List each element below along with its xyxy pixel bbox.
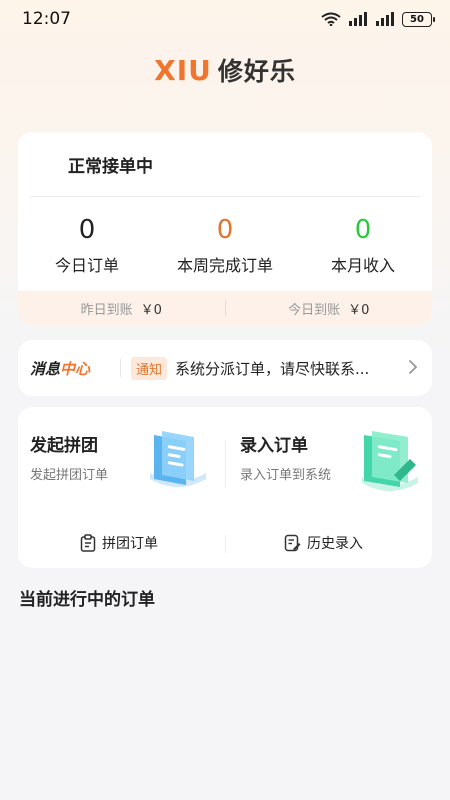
start-group-buy-button[interactable]: 发起拼团 发起拼团订单 — [30, 431, 108, 483]
logo-cn: 修好乐 — [217, 57, 296, 86]
divider — [120, 359, 121, 377]
action-subtitle: 录入订单到系统 — [240, 468, 332, 483]
action-title: 发起拼团 — [30, 436, 98, 456]
battery-icon: 50 — [402, 11, 435, 27]
battery-level: 50 — [410, 13, 424, 25]
app-logo: XIU 修好乐 — [0, 52, 450, 88]
stat-label: 本月收入 — [330, 256, 395, 275]
enter-order-illustration-icon — [362, 431, 418, 491]
message-logo-part1: 消息 — [30, 359, 61, 378]
wifi-icon — [321, 12, 341, 26]
actions-card: 发起拼团 发起拼团订单 录入订单 录入订单到系统 拼团订单 历史录入 — [18, 407, 432, 568]
group-buy-illustration-icon — [150, 431, 206, 487]
history-entries-link[interactable]: 历史录入 — [284, 533, 363, 553]
logo-latin: XIU — [154, 53, 212, 87]
message-center-bar[interactable]: 消息中心 通知 系统分派订单，请尽快联系... — [18, 340, 432, 396]
stat-label: 今日订单 — [54, 256, 119, 275]
settlement-amount: ￥0 — [140, 302, 162, 318]
group-orders-link[interactable]: 拼团订单 — [80, 533, 158, 553]
stat-value: 0 — [78, 215, 96, 245]
status-time: 12:07 — [22, 9, 71, 29]
quick-link-label: 历史录入 — [307, 536, 363, 552]
enter-order-button[interactable]: 录入订单 录入订单到系统 — [240, 431, 331, 483]
message-logo-part2: 中心 — [60, 359, 91, 378]
signal-icon-2 — [376, 12, 394, 26]
divider — [30, 196, 420, 197]
settlement-yesterday: 昨日到账 ￥0 — [18, 299, 225, 318]
settlement-label: 今日到账 — [288, 302, 341, 318]
stat-value: 0 — [216, 215, 234, 245]
message-center-logo: 消息中心 — [30, 358, 98, 379]
notice-tag: 通知 — [131, 356, 168, 380]
signal-icon — [349, 12, 367, 26]
quick-link-label: 拼团订单 — [102, 536, 158, 552]
stat-value: 0 — [354, 215, 372, 245]
divider — [225, 441, 226, 487]
stats-card: 正常接单中 0 今日订单 0 本周完成订单 0 本月收入 昨日到账 ￥0 今日到账… — [18, 132, 432, 325]
action-title: 录入订单 — [240, 436, 308, 456]
action-subtitle: 发起拼团订单 — [30, 468, 109, 483]
settlement-label: 昨日到账 — [80, 302, 133, 318]
stat-today-orders[interactable]: 0 今日订单 — [18, 214, 156, 276]
settlement-amount: ￥0 — [348, 302, 370, 318]
message-text: 系统分派订单，请尽快联系... — [175, 359, 370, 378]
history-edit-icon — [284, 534, 301, 552]
stat-month-income[interactable]: 0 本月收入 — [294, 214, 432, 276]
clipboard-icon — [80, 534, 96, 552]
chevron-right-icon[interactable] — [408, 359, 418, 375]
ongoing-orders-title: 当前进行中的订单 — [19, 590, 155, 610]
status-icons: 50 — [321, 11, 435, 27]
divider — [225, 535, 226, 553]
stat-week-completed[interactable]: 0 本周完成订单 — [156, 214, 294, 276]
status-bar: 12:07 50 — [0, 0, 450, 38]
settlement-today: 今日到账 ￥0 — [226, 299, 433, 318]
stat-label: 本周完成订单 — [176, 256, 273, 275]
order-status-title[interactable]: 正常接单中 — [68, 152, 153, 177]
settlement-bar: 昨日到账 ￥0 今日到账 ￥0 — [18, 291, 432, 325]
